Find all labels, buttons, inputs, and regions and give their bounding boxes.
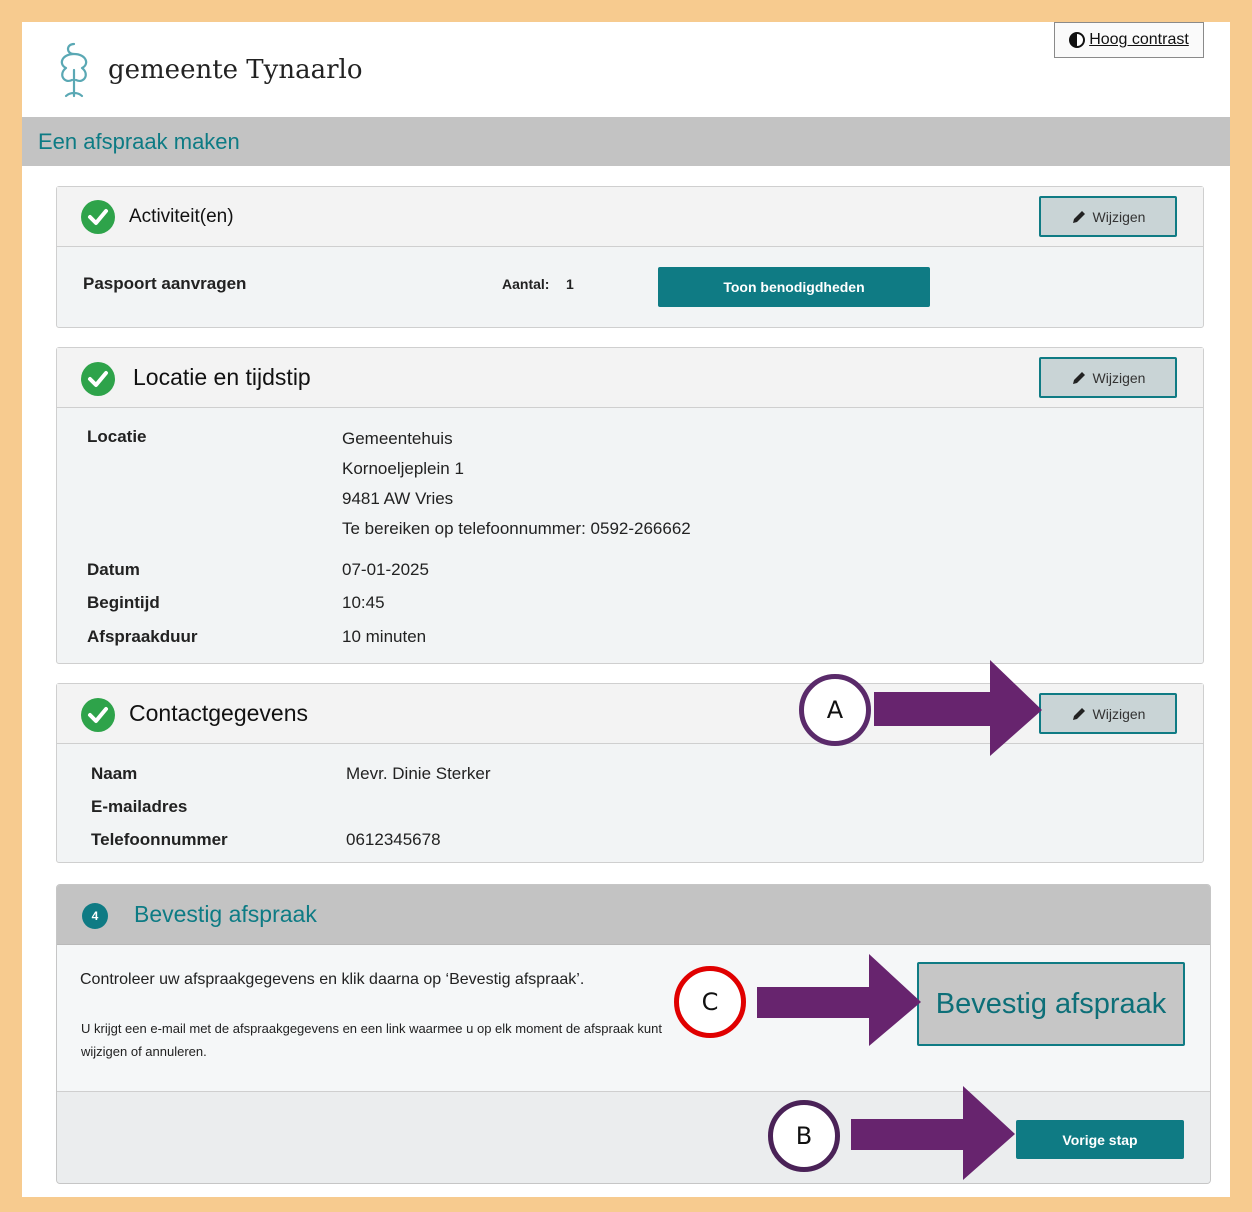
tree-logo-icon [60, 42, 88, 98]
name-value: Mevr. Dinie Sterker [346, 764, 491, 783]
count-label: Aantal: [502, 276, 550, 292]
activities-header: Activiteit(en) Wijzigen [57, 187, 1203, 247]
activities-title: Activiteit(en) [129, 205, 234, 227]
confirm-body: Controleer uw afspraakgegevens en klik d… [57, 945, 1210, 1092]
check-icon [81, 362, 115, 396]
page-title-bar: Een afspraak maken [22, 117, 1230, 166]
edit-label: Wijzigen [1092, 369, 1146, 386]
location-label: Locatie [87, 427, 147, 446]
name-label: Naam [91, 764, 138, 783]
confirm-footer: Vorige stap [57, 1092, 1210, 1183]
annotation-a-circle: A [799, 674, 871, 746]
confirm-panel: 4 Bevestig afspraak Controleer uw afspra… [56, 884, 1211, 1184]
annotation-b-circle: B [768, 1100, 840, 1172]
show-requirements-button[interactable]: Toon benodigdheden [658, 267, 930, 307]
annotation-c-arrow-icon [757, 954, 921, 1046]
email-label: E-mailadres [91, 797, 188, 816]
location-panel: Locatie en tijdstip Wijzigen Locatie Gem… [56, 347, 1204, 664]
previous-step-button[interactable]: Vorige stap [1016, 1120, 1184, 1159]
address-line: Gemeentehuis [342, 429, 453, 448]
confirm-note: U krijgt een e-mail met de afspraakgegev… [81, 1021, 662, 1059]
pencil-icon [1072, 210, 1085, 223]
check-icon [81, 698, 115, 732]
confirm-appointment-button[interactable]: Bevestig afspraak [917, 962, 1185, 1046]
page: gemeente Tynaarlo Hoog contrast Een afsp… [22, 22, 1230, 1197]
contrast-icon [1069, 32, 1086, 48]
address-line: Kornoeljeplein 1 [342, 459, 464, 478]
activity-name: Paspoort aanvragen [83, 274, 247, 293]
edit-contact-button[interactable]: Wijzigen [1039, 693, 1177, 734]
phone-label: Telefoonnummer [91, 830, 228, 849]
edit-location-button[interactable]: Wijzigen [1039, 357, 1177, 398]
high-contrast-button[interactable]: Hoog contrast [1054, 22, 1204, 58]
address-phone: Te bereiken op telefoonnummer: 0592-2666… [342, 519, 691, 538]
annotation-b-arrow-icon [851, 1086, 1015, 1180]
activities-panel: Activiteit(en) Wijzigen Paspoort aanvrag… [56, 186, 1204, 328]
pencil-icon [1072, 707, 1085, 720]
confirm-header: 4 Bevestig afspraak [57, 885, 1210, 945]
start-time-label: Begintijd [87, 593, 160, 612]
phone-value: 0612345678 [346, 830, 441, 849]
site-logo[interactable]: gemeente Tynaarlo [52, 40, 362, 100]
edit-activities-button[interactable]: Wijzigen [1039, 196, 1177, 237]
confirm-instruction: Controleer uw afspraakgegevens en klik d… [80, 971, 585, 988]
edit-label: Wijzigen [1092, 705, 1146, 722]
count-value: 1 [566, 276, 574, 292]
start-time-value: 10:45 [342, 593, 385, 612]
annotation-a-arrow-icon [874, 660, 1042, 756]
duration-label: Afspraakduur [87, 627, 198, 646]
logo-text: gemeente Tynaarlo [108, 55, 363, 85]
location-header: Locatie en tijdstip Wijzigen [57, 348, 1203, 408]
edit-label: Wijzigen [1092, 208, 1146, 225]
page-title: Een afspraak maken [38, 128, 240, 154]
pencil-icon [1072, 371, 1085, 384]
date-value: 07-01-2025 [342, 560, 429, 579]
step-number-badge: 4 [82, 903, 108, 929]
duration-value: 10 minuten [342, 627, 427, 646]
address-line: 9481 AW Vries [342, 489, 454, 508]
check-icon [81, 200, 115, 234]
date-label: Datum [87, 560, 140, 579]
annotation-c-circle: C [674, 966, 746, 1038]
confirm-title: Bevestig afspraak [134, 901, 317, 927]
location-title: Locatie en tijdstip [133, 364, 311, 390]
contact-title: Contactgegevens [129, 700, 309, 726]
contrast-label: Hoog contrast [1089, 31, 1189, 48]
